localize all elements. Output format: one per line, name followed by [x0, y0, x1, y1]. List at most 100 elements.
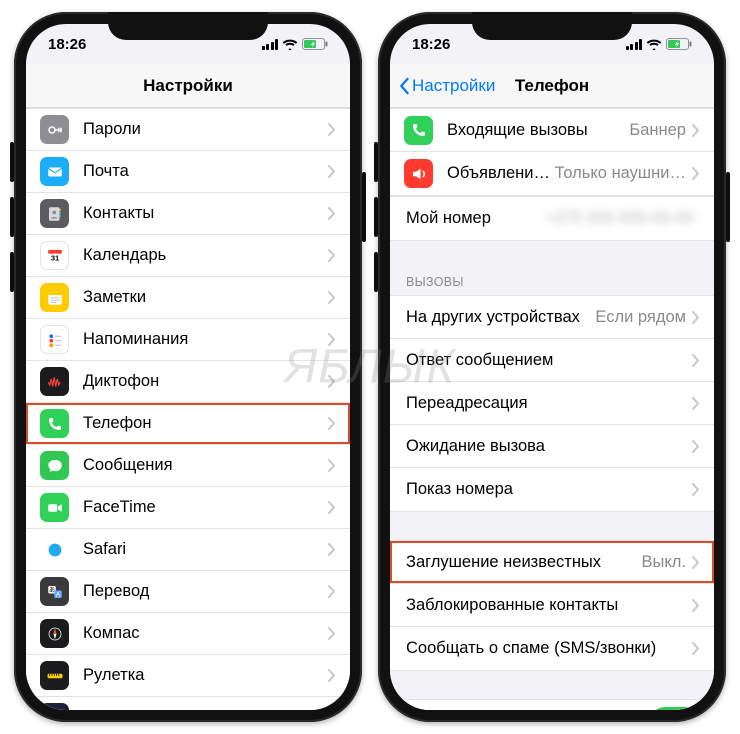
row-label: Мой номер	[406, 209, 545, 228]
phone-settings[interactable]: Входящие вызовыБаннерОбъявление вызововТ…	[390, 108, 714, 710]
mail-icon	[40, 157, 69, 186]
row-label: Safari	[83, 540, 328, 559]
row-incoming[interactable]: Входящие вызовыБаннер	[390, 109, 714, 152]
back-label: Настройки	[412, 76, 495, 96]
row-label: Ответ сообщением	[406, 351, 692, 370]
row-notes[interactable]: Заметки	[26, 277, 350, 319]
navbar-right: Настройки Телефон	[390, 64, 714, 108]
chevron-right-icon	[692, 556, 700, 569]
row-blocked[interactable]: Заблокированные контакты	[390, 584, 714, 627]
announce-icon	[404, 159, 433, 188]
row-text-reply[interactable]: Ответ сообщением	[390, 339, 714, 382]
settings-list[interactable]: Пароли Почта Контакты31Календарь Заметки Нап…	[26, 108, 350, 710]
row-label: Переадресация	[406, 394, 692, 413]
chevron-right-icon	[328, 669, 336, 682]
chevron-right-icon	[328, 459, 336, 472]
row-label: Диктофон	[83, 372, 328, 391]
row-spam-report[interactable]: Сообщать о спаме (SMS/звонки)	[390, 627, 714, 670]
row-label: Почта	[83, 162, 328, 181]
row-messages[interactable]: Сообщения	[26, 445, 350, 487]
row-facetime[interactable]: FaceTime	[26, 487, 350, 529]
row-announce[interactable]: Объявление вызововТолько наушни…	[390, 152, 714, 195]
messages-icon	[40, 451, 69, 480]
notch	[472, 12, 632, 40]
row-label: Перевод	[83, 582, 328, 601]
section-header-calls: ВЫЗОВЫ	[390, 269, 714, 295]
my-number-value: +375 000 000-00-00	[545, 209, 694, 228]
chevron-right-icon	[692, 311, 700, 324]
row-label: Заглушение неизвестных	[406, 553, 642, 572]
row-dial-assist[interactable]: Помощь в наборе	[390, 700, 714, 710]
translate-icon: あA	[40, 577, 69, 606]
signal-icon	[626, 39, 643, 50]
svg-text:あ: あ	[48, 587, 54, 594]
row-value: Только наушни…	[555, 164, 686, 183]
phone-right: 18:26 Настройки Телефон Входящие вызовыБ…	[378, 12, 726, 722]
row-voice[interactable]: Диктофон	[26, 361, 350, 403]
contacts-icon	[40, 199, 69, 228]
row-forwarding[interactable]: Переадресация	[390, 382, 714, 425]
notch	[108, 12, 268, 40]
wifi-icon	[646, 38, 662, 50]
safari-icon	[40, 535, 69, 564]
phone-left: 18:26 Настройки Пароли Почта Контакты31Кал…	[14, 12, 362, 722]
row-contacts[interactable]: Контакты	[26, 193, 350, 235]
row-label: Сообщать о спаме (SMS/звонки)	[406, 639, 692, 658]
row-reminders[interactable]: Напоминания	[26, 319, 350, 361]
navbar-left: Настройки	[26, 64, 350, 108]
row-mail[interactable]: Почта	[26, 151, 350, 193]
screen-left: 18:26 Настройки Пароли Почта Контакты31Кал…	[26, 24, 350, 710]
row-calendar[interactable]: 31Календарь	[26, 235, 350, 277]
battery-icon	[666, 38, 692, 50]
row-label: На других устройствах	[406, 308, 595, 327]
row-caller-id[interactable]: Показ номера	[390, 468, 714, 511]
shortcuts-icon	[40, 703, 69, 710]
row-label: Компас	[83, 624, 328, 643]
row-passwords[interactable]: Пароли	[26, 109, 350, 151]
navbar-title: Телефон	[515, 76, 589, 96]
dial-assist-toggle[interactable]	[650, 707, 700, 711]
chevron-right-icon	[328, 417, 336, 430]
chevron-right-icon	[328, 585, 336, 598]
chevron-right-icon	[328, 627, 336, 640]
incoming-icon	[404, 116, 433, 145]
row-label: Телефон	[83, 414, 328, 433]
reminders-icon	[40, 325, 69, 354]
row-silence-unknown[interactable]: Заглушение неизвестныхВыкл.	[390, 541, 714, 584]
back-button[interactable]: Настройки	[398, 76, 495, 96]
row-value: Баннер	[629, 121, 686, 140]
phone-icon	[40, 409, 69, 438]
status-time: 18:26	[412, 36, 450, 53]
chevron-right-icon	[692, 599, 700, 612]
chevron-right-icon	[692, 354, 700, 367]
chevron-right-icon	[692, 483, 700, 496]
chevron-right-icon	[692, 397, 700, 410]
row-waiting[interactable]: Ожидание вызова	[390, 425, 714, 468]
chevron-right-icon	[328, 291, 336, 304]
row-shortcuts[interactable]: Быстрые команды	[26, 697, 350, 710]
status-time: 18:26	[48, 36, 86, 53]
chevron-right-icon	[692, 167, 700, 180]
row-translate[interactable]: あA Перевод	[26, 571, 350, 613]
row-value: Если рядом	[595, 308, 686, 327]
row-safari[interactable]: Safari	[26, 529, 350, 571]
row-value: Выкл.	[642, 553, 686, 572]
calendar-icon: 31	[40, 241, 69, 270]
chevron-right-icon	[328, 165, 336, 178]
row-my-number[interactable]: Мой номер +375 000 000-00-00	[390, 197, 714, 240]
chevron-right-icon	[692, 440, 700, 453]
battery-icon	[302, 38, 328, 50]
row-label: Заметки	[83, 288, 328, 307]
row-label: Объявление вызовов	[447, 164, 555, 183]
notes-icon	[40, 283, 69, 312]
row-label: Сообщения	[83, 456, 328, 475]
row-phone[interactable]: Телефон	[26, 403, 350, 445]
svg-text:31: 31	[50, 253, 58, 262]
chevron-right-icon	[328, 123, 336, 136]
row-measure[interactable]: Рулетка	[26, 655, 350, 697]
row-compass[interactable]: Компас	[26, 613, 350, 655]
row-other-devices[interactable]: На других устройствахЕсли рядом	[390, 296, 714, 339]
chevron-right-icon	[692, 642, 700, 655]
signal-icon	[262, 39, 279, 50]
facetime-icon	[40, 493, 69, 522]
